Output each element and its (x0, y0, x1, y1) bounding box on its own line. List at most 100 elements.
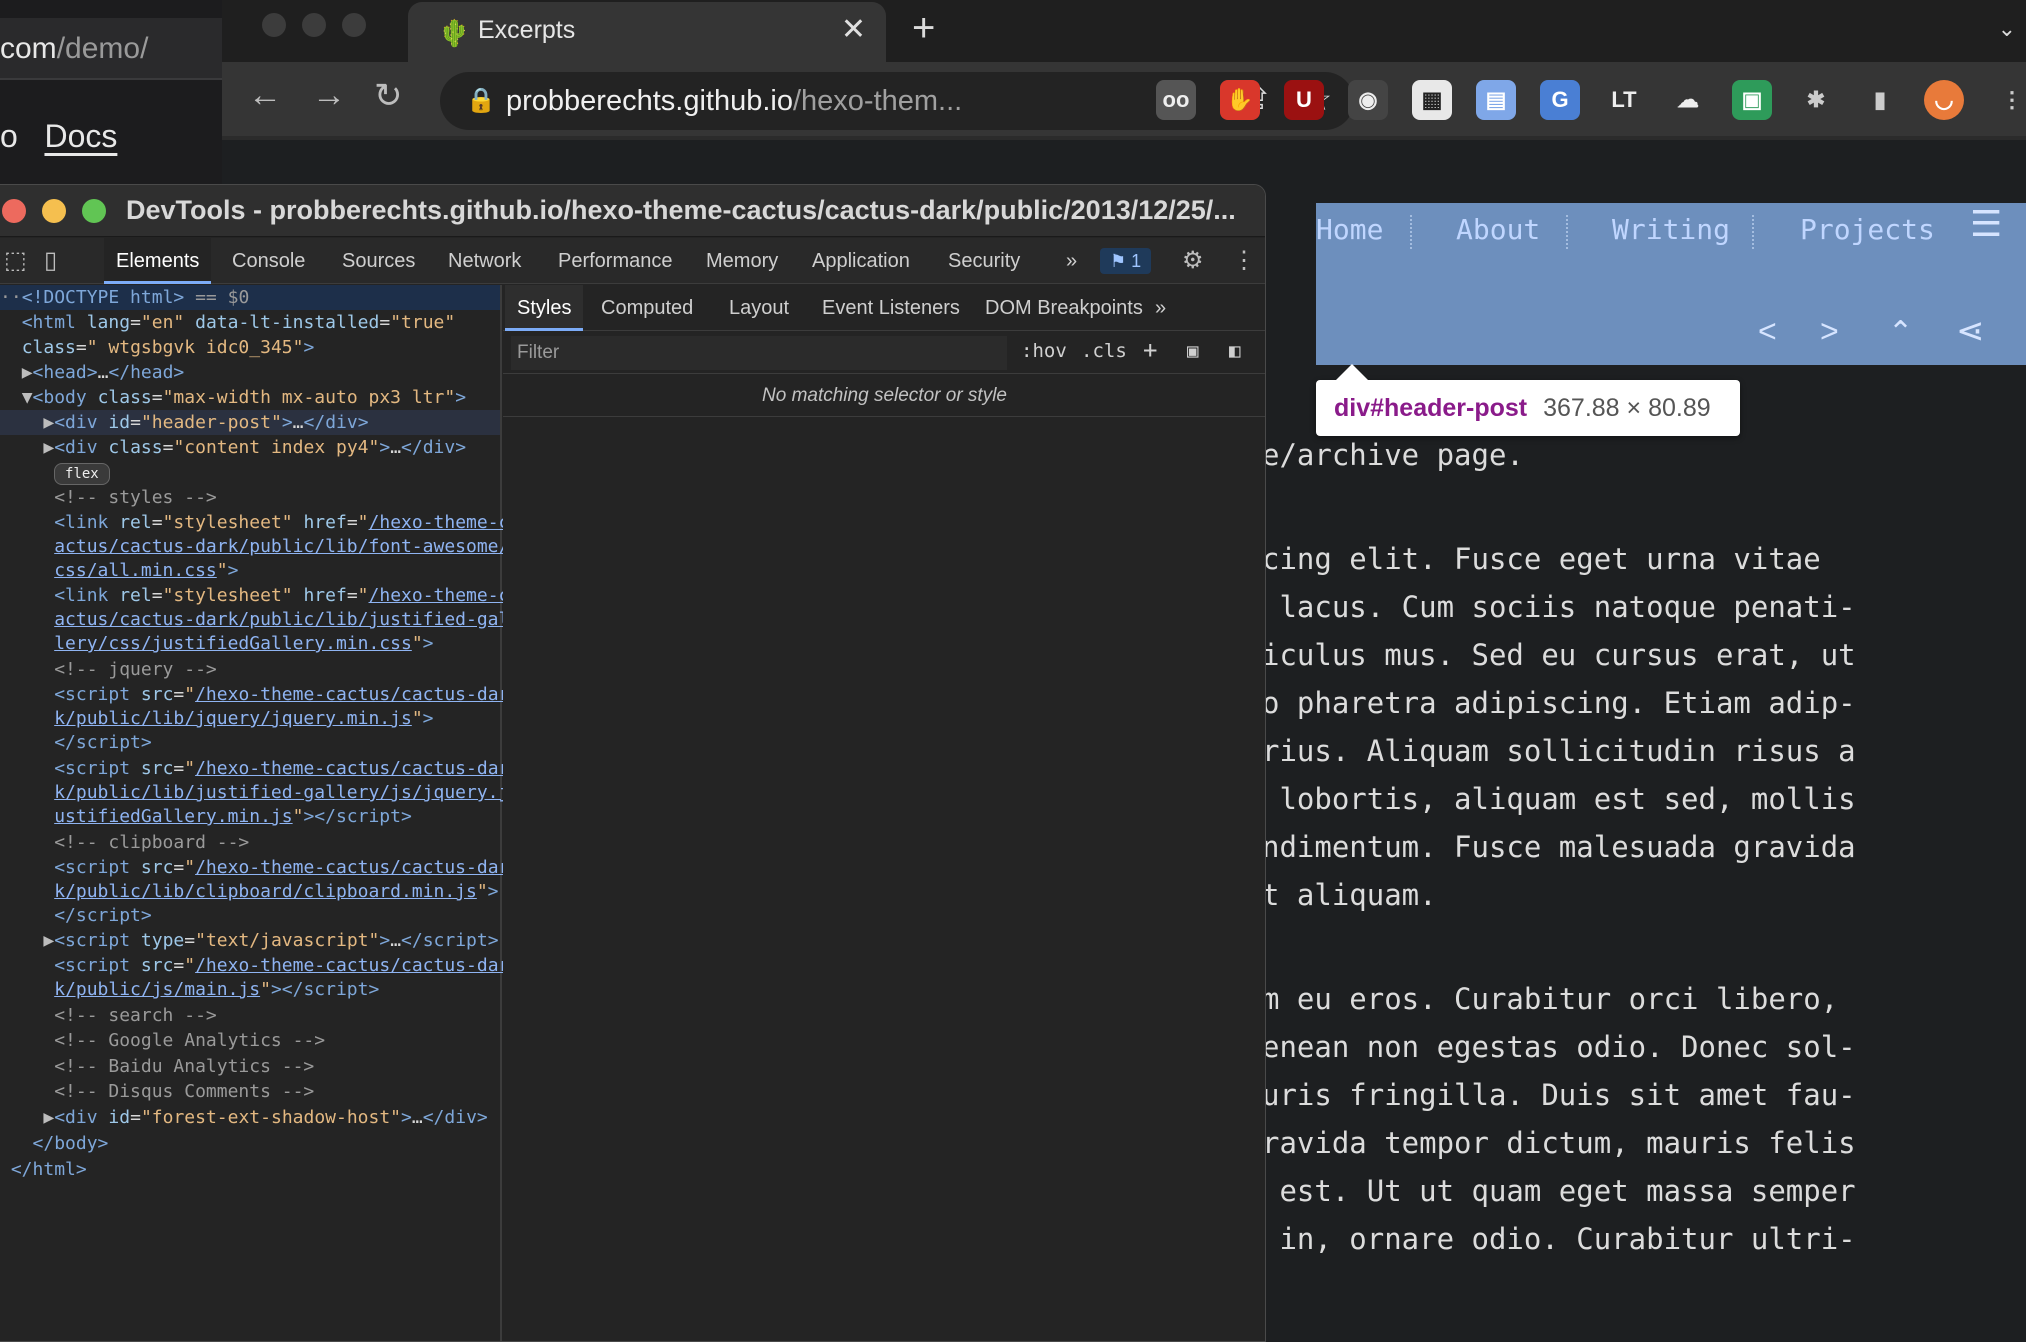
dom-comment[interactable]: <!-- Baidu Analytics --> (0, 1054, 314, 1079)
dom-node-script[interactable]: <script src="/hexo-theme-cactus/cactus-d… (0, 953, 509, 978)
dom-node-script[interactable]: <script src="/hexo-theme-cactus/cactus-d… (0, 682, 509, 707)
devtools-zoom-dot[interactable] (82, 199, 106, 223)
docs-link[interactable]: Docs (44, 118, 117, 154)
lock-icon[interactable]: 🔒 (466, 86, 496, 115)
dom-node-link-href[interactable]: css/all.min.css"> (0, 558, 238, 583)
translate-icon[interactable]: G (1540, 80, 1580, 120)
dom-node-link-href[interactable]: actus/cactus-dark/public/lib/justified-g… (0, 607, 509, 632)
devtools-menu-icon[interactable]: ⋮ (1232, 246, 1256, 275)
latex-icon[interactable]: LT (1604, 80, 1644, 120)
flex-badge[interactable]: flex (54, 463, 110, 485)
toggle-sidebar-icon[interactable]: ◧ (1229, 340, 1240, 362)
new-tab-plus-icon[interactable]: + (912, 6, 935, 51)
dom-node-link[interactable]: <link rel="stylesheet" href="/hexo-theme… (0, 510, 509, 535)
dom-node-link-href[interactable]: lery/css/justifiedGallery.min.css"> (0, 631, 433, 656)
tab-application[interactable]: Application (800, 238, 922, 284)
chevron-right-icon[interactable]: > (1820, 313, 1839, 350)
cls-toggle[interactable]: .cls (1081, 340, 1127, 362)
dom-node-script[interactable]: <script src="/hexo-theme-cactus/cactus-d… (0, 855, 509, 880)
devtools-minimize-dot[interactable] (42, 199, 66, 223)
dom-node-shadow-host[interactable]: ▶<div id="forest-ext-shadow-host">…</div… (0, 1105, 487, 1130)
tab-elements[interactable]: Elements (104, 238, 212, 284)
dom-node-html-class[interactable]: class=" wtgsbgvk idc0_345"> (0, 335, 315, 360)
new-rule-plus-icon[interactable]: + (1143, 336, 1157, 364)
dom-node-header-post[interactable]: ▶<div id="header-post">…</div> (0, 410, 500, 435)
window-zoom-dot[interactable] (342, 13, 366, 37)
dom-comment[interactable]: <!-- styles --> (0, 485, 217, 510)
forward-arrow-icon[interactable]: → (312, 76, 346, 115)
dom-node-html[interactable]: <html lang="en" data-lt-installed="true" (0, 310, 456, 335)
hov-toggle[interactable]: :hov (1021, 340, 1067, 362)
dom-node-script-src[interactable]: ustifiedGallery.min.js"></script> (0, 804, 412, 829)
chevron-up-icon[interactable]: ⌃ (1888, 315, 1913, 350)
subtab-event-listeners[interactable]: Event Listeners (810, 285, 972, 331)
dom-node-head[interactable]: ▶<head>…</head> (0, 360, 185, 385)
dom-node-script-inline[interactable]: ▶<script type="text/javascript">…</scrip… (0, 928, 498, 953)
sheet-icon[interactable]: ▣ (1732, 80, 1772, 120)
sidebar-icon[interactable]: ▮ (1860, 80, 1900, 120)
nav-writing-link[interactable]: Writing (1612, 213, 1730, 246)
dom-node-script-src[interactable]: k/public/lib/jquery/jquery.min.js"> (0, 706, 433, 731)
dom-comment[interactable]: <!-- Disqus Comments --> (0, 1079, 314, 1104)
dom-comment[interactable]: <!-- jquery --> (0, 657, 217, 682)
nav-about-link[interactable]: About (1456, 213, 1540, 246)
tab-memory[interactable]: Memory (694, 238, 790, 284)
dom-comment[interactable]: <!-- clipboard --> (0, 830, 249, 855)
dom-comment[interactable]: <!-- search --> (0, 1003, 217, 1028)
dom-node-link-href[interactable]: actus/cactus-dark/public/lib/font-awesom… (0, 534, 509, 559)
tab-close-icon[interactable]: ✕ (841, 12, 866, 47)
reload-icon[interactable]: ↻ (374, 76, 403, 116)
stop-hand-icon[interactable]: ✋ (1220, 80, 1260, 120)
window-minimize-dot[interactable] (302, 13, 326, 37)
device-toggle-icon[interactable]: ▯ (44, 246, 57, 275)
cloud-icon[interactable]: ☁ (1668, 80, 1708, 120)
more-tabs-button[interactable]: » (1054, 238, 1089, 284)
nav-home-link[interactable]: Home (1316, 213, 1383, 246)
tab-network[interactable]: Network (436, 238, 533, 284)
devtools-close-dot[interactable] (2, 199, 26, 223)
background-nav-fragment[interactable]: o (0, 118, 18, 154)
gear-icon[interactable]: ⚙ (1182, 246, 1204, 275)
paint-bucket-icon[interactable]: ▣ (1187, 340, 1198, 362)
dom-node-script-close[interactable]: </script> (0, 903, 152, 928)
dom-node-body-close[interactable]: </body> (0, 1131, 109, 1156)
dom-comment[interactable]: <!-- Google Analytics --> (0, 1028, 325, 1053)
background-url-bar[interactable]: com/demo/ (0, 18, 222, 80)
chevron-left-icon[interactable]: < (1758, 313, 1777, 350)
styles-filter-input[interactable] (511, 336, 1007, 370)
dom-node-script-src[interactable]: k/public/lib/clipboard/clipboard.min.js"… (0, 879, 498, 904)
tab-performance[interactable]: Performance (546, 238, 685, 284)
issues-badge[interactable]: ⚑ 1 (1100, 248, 1152, 274)
back-arrow-icon[interactable]: ← (248, 76, 282, 115)
dom-node-link[interactable]: <link rel="stylesheet" href="/hexo-theme… (0, 583, 509, 608)
reader-glasses-icon[interactable]: oo (1156, 80, 1196, 120)
more-subtabs-button[interactable]: » (1143, 285, 1178, 331)
dom-node-script-src[interactable]: k/public/js/main.js"></script> (0, 977, 379, 1002)
dom-node-script-src[interactable]: k/public/lib/justified-gallery/js/jquery… (0, 780, 509, 805)
dom-node-html-close[interactable]: </html> (0, 1157, 87, 1182)
puzzle-icon[interactable]: ✱ (1796, 80, 1836, 120)
qr-code-icon[interactable]: ▦ (1412, 80, 1452, 120)
tab-search-chevron-icon[interactable]: ⌄ (1998, 16, 2016, 42)
hamburger-menu-icon[interactable]: ☰ (1970, 203, 2002, 245)
subtab-dom-breakpoints[interactable]: DOM Breakpoints (973, 285, 1155, 331)
tab-security[interactable]: Security (936, 238, 1032, 284)
share-nodes-icon[interactable]: ⋖ (1956, 311, 1985, 351)
dom-node-doctype[interactable]: ··<!DOCTYPE html> == $0 (0, 285, 500, 310)
dom-node-script[interactable]: <script src="/hexo-theme-cactus/cactus-d… (0, 756, 509, 781)
subtab-layout[interactable]: Layout (717, 285, 801, 331)
tab-console[interactable]: Console (220, 238, 317, 284)
devtools-titlebar[interactable]: DevTools - probberechts.github.io/hexo-t… (0, 185, 1265, 237)
inspect-element-icon[interactable]: ⬚ (4, 246, 27, 275)
chrome-menu-icon[interactable]: ⋮ (1992, 80, 2026, 120)
profile-avatar[interactable]: ◡ (1924, 80, 1964, 120)
ublock-icon[interactable]: U (1284, 80, 1324, 120)
document-icon[interactable]: ▤ (1476, 80, 1516, 120)
tab-sources[interactable]: Sources (330, 238, 427, 284)
dom-node-script-close[interactable]: </script> (0, 730, 152, 755)
address-bar[interactable]: 🔒 probberechts.github.io/hexo-them... ⇪ … (440, 72, 1354, 130)
window-close-dot[interactable] (262, 13, 286, 37)
subtab-styles[interactable]: Styles (505, 285, 584, 331)
nav-projects-link[interactable]: Projects (1800, 213, 1935, 246)
dom-node-content[interactable]: ▶<div class="content index py4">…</div> (0, 435, 466, 460)
